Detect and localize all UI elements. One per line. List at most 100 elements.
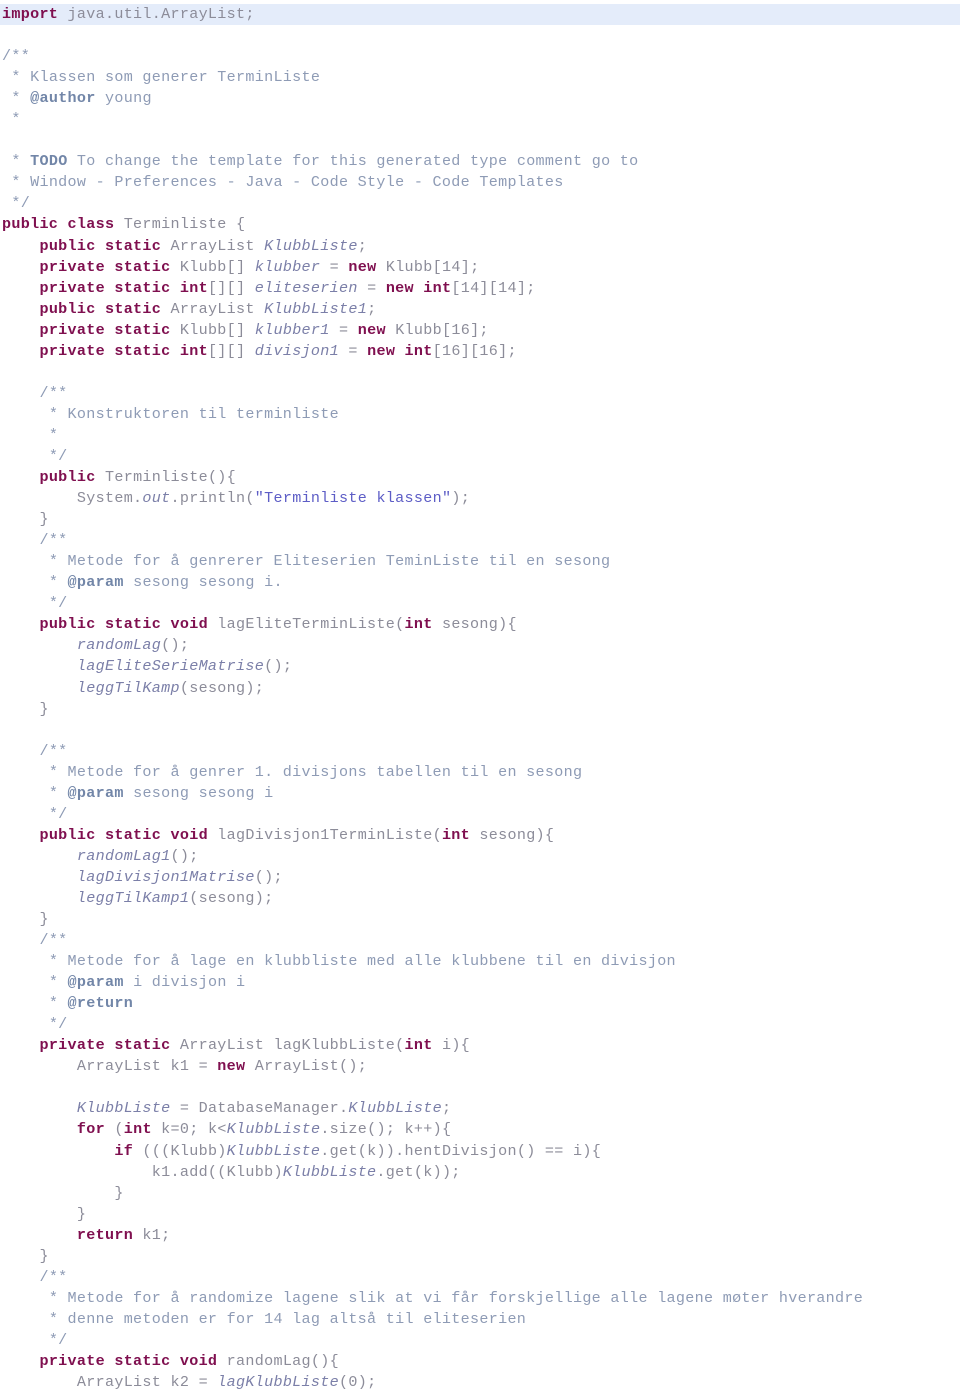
code-token-pln: ();: [264, 657, 293, 676]
code-token-cmt: *: [2, 89, 31, 108]
code-line: lagEliteSerieMatrise();: [0, 656, 960, 677]
code-token-cmtb: @return: [67, 994, 134, 1013]
code-line: public class Terminliste {: [0, 214, 960, 235]
code-token-cmt: i divisjon i: [123, 973, 246, 992]
code-token-cmt: */: [2, 1015, 68, 1034]
code-token-cmt: *: [2, 425, 59, 444]
code-token-cmt: *: [2, 994, 68, 1013]
code-token-pln: Terminliste(){: [95, 468, 237, 487]
code-token-pln: ();: [254, 867, 283, 886]
code-token-pln: System.: [2, 489, 143, 508]
code-token-pln: (: [104, 1120, 124, 1139]
code-line: }: [0, 699, 960, 720]
code-line: public static void lagDivisjon1TerminLis…: [0, 825, 960, 846]
code-line: *: [0, 425, 960, 446]
code-token-pln: [2, 868, 77, 886]
code-line: * Metode for å randomize lagene slik at …: [0, 1288, 960, 1309]
code-line: /**: [0, 383, 960, 404]
code-line: * @param sesong sesong i.: [0, 572, 960, 593]
code-line: *: [0, 109, 960, 130]
code-line: */: [0, 593, 960, 614]
code-line: for (int k=0; k<KlubbListe.size(); k++){: [0, 1119, 960, 1140]
code-token-fld: out: [142, 489, 171, 508]
code-line: ArrayList k2 = lagKlubbListe(0);: [0, 1372, 960, 1393]
code-token-fld: KlubbListe: [282, 1162, 377, 1181]
code-line: lagDivisjon1Matrise();: [0, 867, 960, 888]
code-token-cmtb: @param: [67, 573, 124, 592]
code-token-pln: [2, 826, 39, 844]
code-token-pln: [][]: [207, 341, 255, 360]
code-token-pln: }: [2, 1183, 124, 1202]
code-token-pln: =: [339, 341, 368, 360]
code-token-kw: import: [2, 5, 59, 23]
code-token-pln: ArrayList k2 =: [2, 1373, 218, 1392]
code-token-pln: ArrayList k1 =: [2, 1057, 218, 1076]
code-token-pln: .size(); k++){: [320, 1120, 452, 1139]
code-token-cmt: *: [2, 973, 68, 992]
code-token-pln: [2, 321, 39, 339]
code-token-kw: new: [217, 1057, 246, 1076]
code-token-cmt: * Metode for å genrerer Eliteserien Temi…: [2, 552, 611, 571]
code-token-pln: [2, 1099, 77, 1117]
code-token-kw: new: [357, 320, 386, 339]
code-token-fld: klubber1: [254, 320, 330, 339]
code-token-pln: (0);: [338, 1373, 377, 1392]
code-token-pln: k1;: [133, 1225, 171, 1244]
code-token-fld: randomLag1: [76, 846, 171, 865]
code-line: leggTilKamp1(sesong);: [0, 888, 960, 909]
code-token-cmtb: @param: [67, 783, 124, 802]
code-line: public static void lagEliteTerminListe(i…: [0, 614, 960, 635]
code-token-pln: ();: [170, 846, 199, 865]
code-token-pln: [2, 1036, 39, 1054]
code-token-fld: divisjon1: [254, 341, 339, 360]
code-token-pln: ArrayList: [161, 236, 265, 255]
code-token-pln: =: [320, 257, 349, 276]
code-token-pln: Klubb[]: [170, 320, 255, 339]
code-token-pln: k1.add((Klubb): [2, 1162, 283, 1181]
code-line: leggTilKamp(sesong);: [0, 678, 960, 699]
code-line: private static void randomLag(){: [0, 1351, 960, 1372]
code-line: * Metode for å genrer 1. divisjons tabel…: [0, 762, 960, 783]
code-token-fld: KlubbListe: [226, 1141, 321, 1160]
code-token-pln: }: [2, 1246, 49, 1265]
code-token-pln: randomLag(){: [217, 1352, 339, 1370]
code-line: public static ArrayList KlubbListe1;: [0, 299, 960, 320]
code-token-kw: private static int: [39, 341, 208, 360]
code-token-cmt: /**: [2, 931, 68, 950]
code-line: * Metode for å lage en klubbliste med al…: [0, 951, 960, 972]
code-token-fld: KlubbListe: [226, 1120, 321, 1139]
code-line: /**: [0, 46, 960, 67]
code-line: * @param sesong sesong i: [0, 783, 960, 804]
code-token-fld: lagKlubbListe: [217, 1373, 339, 1392]
code-token-cmt: *: [2, 573, 68, 592]
java-code-listing: import java.util.ArrayList; /** * Klasse…: [0, 0, 960, 1393]
code-token-pln: [2, 1226, 77, 1244]
code-token-kw: int: [404, 615, 433, 634]
code-token-pln: Klubb[16];: [385, 320, 489, 339]
code-token-cmt: * Metode for å randomize lagene slik at …: [2, 1288, 864, 1307]
code-token-pln: }: [2, 910, 49, 929]
code-line: ArrayList k1 = new ArrayList();: [0, 1056, 960, 1077]
code-token-kw: private static void: [39, 1352, 218, 1370]
code-token-cmt: */: [2, 194, 31, 213]
code-token-pln: [2, 889, 77, 907]
code-line: }: [0, 909, 960, 930]
code-token-fld: lagEliteSerieMatrise: [76, 657, 265, 676]
code-token-cmt: */: [2, 594, 68, 613]
code-token-pln: [2, 679, 77, 697]
code-token-pln: .get(k)).hentDivisjon() == i){: [320, 1141, 602, 1160]
code-line: * TODO To change the template for this g…: [0, 151, 960, 172]
code-token-cmt: *: [2, 152, 31, 171]
code-token-kw: new int: [367, 341, 433, 360]
code-token-pln: ArrayList();: [245, 1057, 368, 1076]
code-token-cmt: */: [2, 1330, 68, 1349]
code-token-kw: public: [39, 468, 96, 487]
code-token-cmt: /**: [2, 383, 68, 402]
code-token-cmt: *: [2, 110, 21, 129]
code-token-kw: int: [441, 825, 471, 844]
code-token-cmtb: @param: [67, 973, 124, 992]
code-token-cmt: *: [2, 783, 68, 802]
code-line: */: [0, 446, 960, 467]
